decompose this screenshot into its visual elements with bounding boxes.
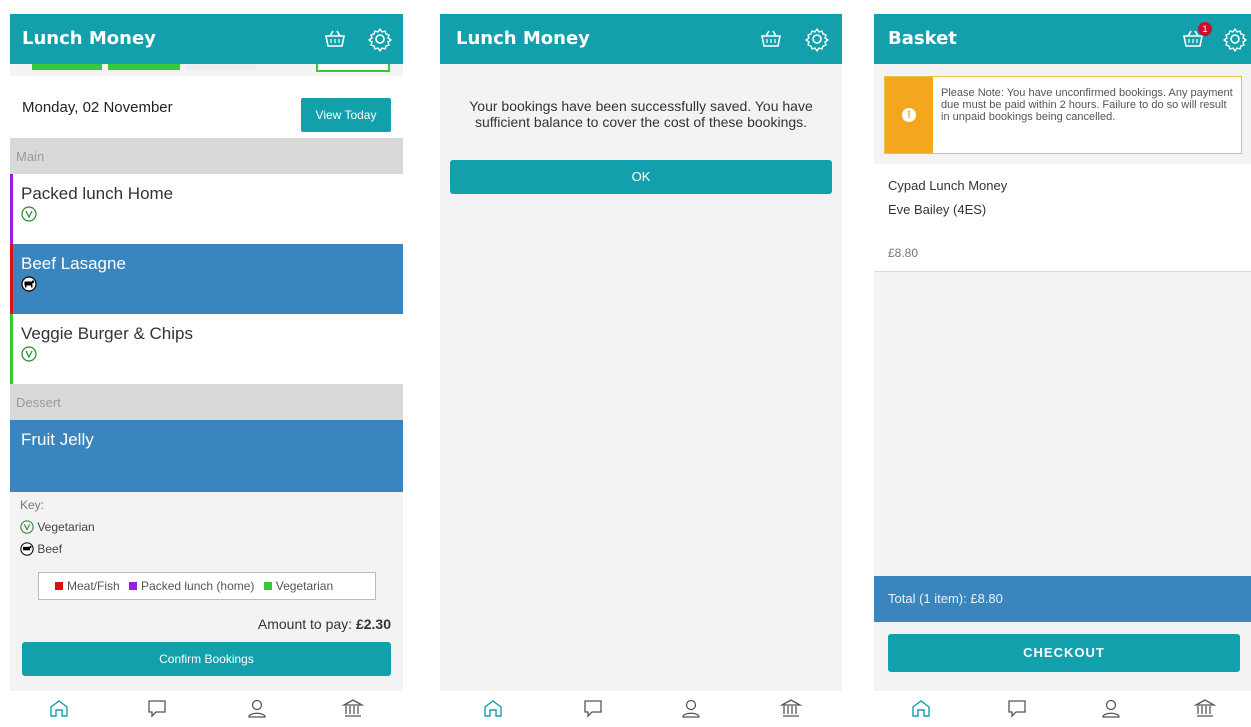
menu-item-label: Beef Lasagne	[21, 254, 126, 273]
menu-item-selected[interactable]: Beef Lasagne	[10, 244, 403, 314]
confirmation-screen: Lunch Money Your bookings have been succ…	[440, 14, 842, 727]
week-tab[interactable]	[316, 64, 390, 72]
basket-item-pupil: Eve Bailey (4ES)	[888, 202, 987, 217]
menu-item-label: Fruit Jelly	[21, 430, 94, 449]
week-tab[interactable]	[32, 64, 102, 70]
menu-item-selected[interactable]: Fruit Jelly	[10, 420, 403, 492]
home-icon[interactable]	[910, 697, 932, 719]
key-vegetarian-label: Vegetarian	[37, 520, 95, 534]
app-header: Lunch Money	[440, 14, 842, 64]
bank-icon[interactable]	[342, 697, 364, 719]
profile-icon[interactable]	[246, 697, 268, 719]
basket-icon[interactable]	[758, 26, 784, 52]
basket-icon[interactable]	[322, 26, 348, 52]
bank-icon[interactable]	[1194, 697, 1216, 719]
messages-icon[interactable]	[582, 697, 604, 719]
legend-packed: Packed lunch (home)	[141, 579, 255, 593]
bank-icon[interactable]	[780, 697, 802, 719]
color-legend: Meat/Fish Packed lunch (home) Vegetarian	[38, 572, 376, 600]
legend-swatch-veg	[263, 582, 272, 590]
profile-icon[interactable]	[1100, 697, 1122, 719]
week-tab[interactable]	[186, 64, 256, 70]
menu-item[interactable]: Veggie Burger & Chips	[10, 314, 403, 384]
basket-title: Basket	[888, 28, 957, 49]
beef-icon	[20, 542, 34, 556]
app-title: Lunch Money	[22, 28, 156, 49]
basket-count-badge: 1	[1198, 22, 1212, 36]
key-beef-label: Beef	[37, 542, 63, 556]
success-message: Your bookings have been successfully sav…	[469, 98, 813, 130]
key-row-beef: Beef	[20, 542, 62, 556]
amount-value: £2.30	[355, 616, 391, 632]
key-row-vegetarian: Vegetarian	[20, 520, 95, 534]
gear-icon[interactable]	[804, 26, 830, 52]
amount-to-pay: Amount to pay: £2.30	[258, 616, 391, 632]
checkout-button[interactable]: CHECKOUT	[888, 634, 1240, 672]
basket-item-service: Cypad Lunch Money	[888, 178, 1008, 193]
legend-veg: Vegetarian	[275, 579, 334, 593]
messages-icon[interactable]	[146, 697, 168, 719]
unconfirmed-notice: ! Please Note: You have unconfirmed book…	[884, 76, 1242, 154]
app-title: Lunch Money	[456, 28, 590, 49]
home-icon[interactable]	[48, 697, 70, 719]
app-header: Basket 1	[874, 14, 1251, 64]
week-tab[interactable]	[108, 64, 180, 70]
amount-label: Amount to pay:	[257, 616, 353, 632]
menu-item-label: Veggie Burger & Chips	[21, 324, 193, 343]
warning-icon: !	[885, 77, 933, 153]
vegetarian-icon	[20, 520, 34, 534]
view-today-button[interactable]: View Today	[301, 98, 391, 132]
vegetarian-icon	[21, 346, 37, 362]
vegetarian-icon	[21, 206, 37, 222]
legend-meat: Meat/Fish	[67, 579, 120, 593]
menu-item-label: Packed lunch Home	[21, 184, 174, 203]
messages-icon[interactable]	[1006, 697, 1028, 719]
bottom-nav	[874, 691, 1251, 727]
profile-icon[interactable]	[680, 697, 702, 719]
basket-item-price: £8.80	[888, 246, 919, 260]
bottom-nav	[10, 691, 403, 727]
key-panel: Key: Vegetarian Beef Meat/Fish Packed lu…	[10, 492, 403, 692]
section-dessert: Dessert	[10, 384, 403, 420]
basket-item[interactable]: Cypad Lunch Money Eve Bailey (4ES) £8.80	[874, 164, 1251, 272]
legend-swatch-meat	[55, 582, 63, 590]
app-header: Lunch Money	[10, 14, 403, 64]
gear-icon[interactable]	[1222, 26, 1248, 52]
notice-text: Please Note: You have unconfirmed bookin…	[941, 87, 1233, 123]
key-label: Key:	[20, 498, 45, 512]
date-bar: Monday, 02 November View Today	[10, 76, 403, 138]
ok-button[interactable]: OK	[450, 160, 832, 194]
home-icon[interactable]	[482, 697, 504, 719]
basket-total: Total (1 item): £8.80	[874, 576, 1251, 622]
legend-swatch-packed	[129, 582, 138, 590]
basket-screen: Basket 1 ! Please Note: You have unconfi…	[874, 14, 1251, 727]
bottom-nav	[440, 691, 842, 727]
beef-icon	[21, 276, 37, 292]
menu-item[interactable]: Packed lunch Home	[10, 174, 403, 244]
date-label: Monday, 02 November	[22, 99, 173, 116]
menu-screen: Lunch Money Monday, 02 November View Tod…	[10, 14, 403, 727]
basket-button[interactable]: 1	[1180, 22, 1212, 52]
section-main: Main	[10, 138, 403, 174]
confirm-bookings-button[interactable]: Confirm Bookings	[22, 642, 391, 676]
gear-icon[interactable]	[367, 26, 393, 52]
